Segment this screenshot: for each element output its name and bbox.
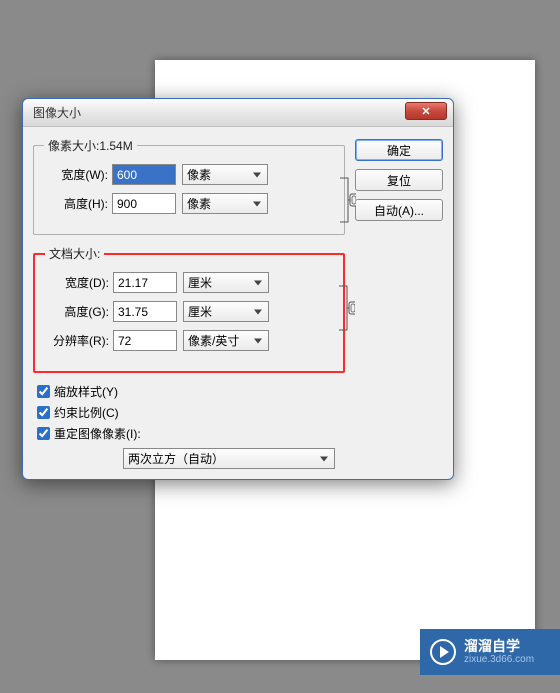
constrain-link-icon <box>338 174 356 226</box>
document-size-group: 文档大小: 宽度(D): 厘米 高度(G): 厘米 <box>33 245 345 373</box>
watermark-title: 溜溜自学 <box>464 639 534 654</box>
close-button[interactable]: ✕ <box>405 102 447 120</box>
resample-image-checkbox[interactable] <box>37 427 50 440</box>
width-w-unit-select[interactable]: 像素 <box>182 164 268 185</box>
left-column: 像素大小:1.54M 宽度(W): 像素 高度(H): 像素 <box>33 137 345 469</box>
width-d-input[interactable] <box>113 272 177 293</box>
height-h-label: 高度(H): <box>44 195 112 212</box>
resolution-r-label: 分辨率(R): <box>45 332 113 349</box>
height-g-label: 高度(G): <box>45 303 113 320</box>
doc-legend: 文档大小: <box>45 245 104 262</box>
width-d-unit-select[interactable]: 厘米 <box>183 272 269 293</box>
image-size-dialog: 图像大小 ✕ 像素大小:1.54M 宽度(W): 像素 高度(H): <box>22 98 454 480</box>
watermark-badge: 溜溜自学 zixue.3d66.com <box>420 629 560 675</box>
watermark-url: zixue.3d66.com <box>464 654 534 665</box>
resolution-r-unit-select[interactable]: 像素/英寸 <box>183 330 269 351</box>
pixel-legend: 像素大小:1.54M <box>44 137 137 154</box>
play-icon <box>430 639 456 665</box>
pixel-dimensions-group: 像素大小:1.54M 宽度(W): 像素 高度(H): 像素 <box>33 137 345 235</box>
scale-styles-checkbox[interactable] <box>37 385 50 398</box>
ok-button[interactable]: 确定 <box>355 139 443 161</box>
resample-label: 重定图像像素(I): <box>54 425 141 442</box>
auto-button[interactable]: 自动(A)... <box>355 199 443 221</box>
dialog-title: 图像大小 <box>33 104 81 121</box>
resolution-r-input[interactable] <box>113 330 177 351</box>
scale-styles-label: 缩放样式(Y) <box>54 383 118 400</box>
buttons-column: 确定 复位 自动(A)... <box>355 137 443 469</box>
constrain-label: 约束比例(C) <box>54 404 119 421</box>
height-h-unit-select[interactable]: 像素 <box>182 193 268 214</box>
width-w-label: 宽度(W): <box>44 166 112 183</box>
titlebar[interactable]: 图像大小 ✕ <box>23 99 453 127</box>
width-d-label: 宽度(D): <box>45 274 113 291</box>
width-w-input[interactable] <box>112 164 176 185</box>
constrain-link-icon-2 <box>337 282 355 334</box>
dialog-body: 像素大小:1.54M 宽度(W): 像素 高度(H): 像素 <box>23 127 453 479</box>
constrain-proportions-checkbox[interactable] <box>37 406 50 419</box>
height-g-input[interactable] <box>113 301 177 322</box>
height-h-input[interactable] <box>112 193 176 214</box>
reset-button[interactable]: 复位 <box>355 169 443 191</box>
resample-method-select[interactable]: 两次立方（自动） <box>123 448 335 469</box>
close-icon: ✕ <box>421 105 430 118</box>
height-g-unit-select[interactable]: 厘米 <box>183 301 269 322</box>
